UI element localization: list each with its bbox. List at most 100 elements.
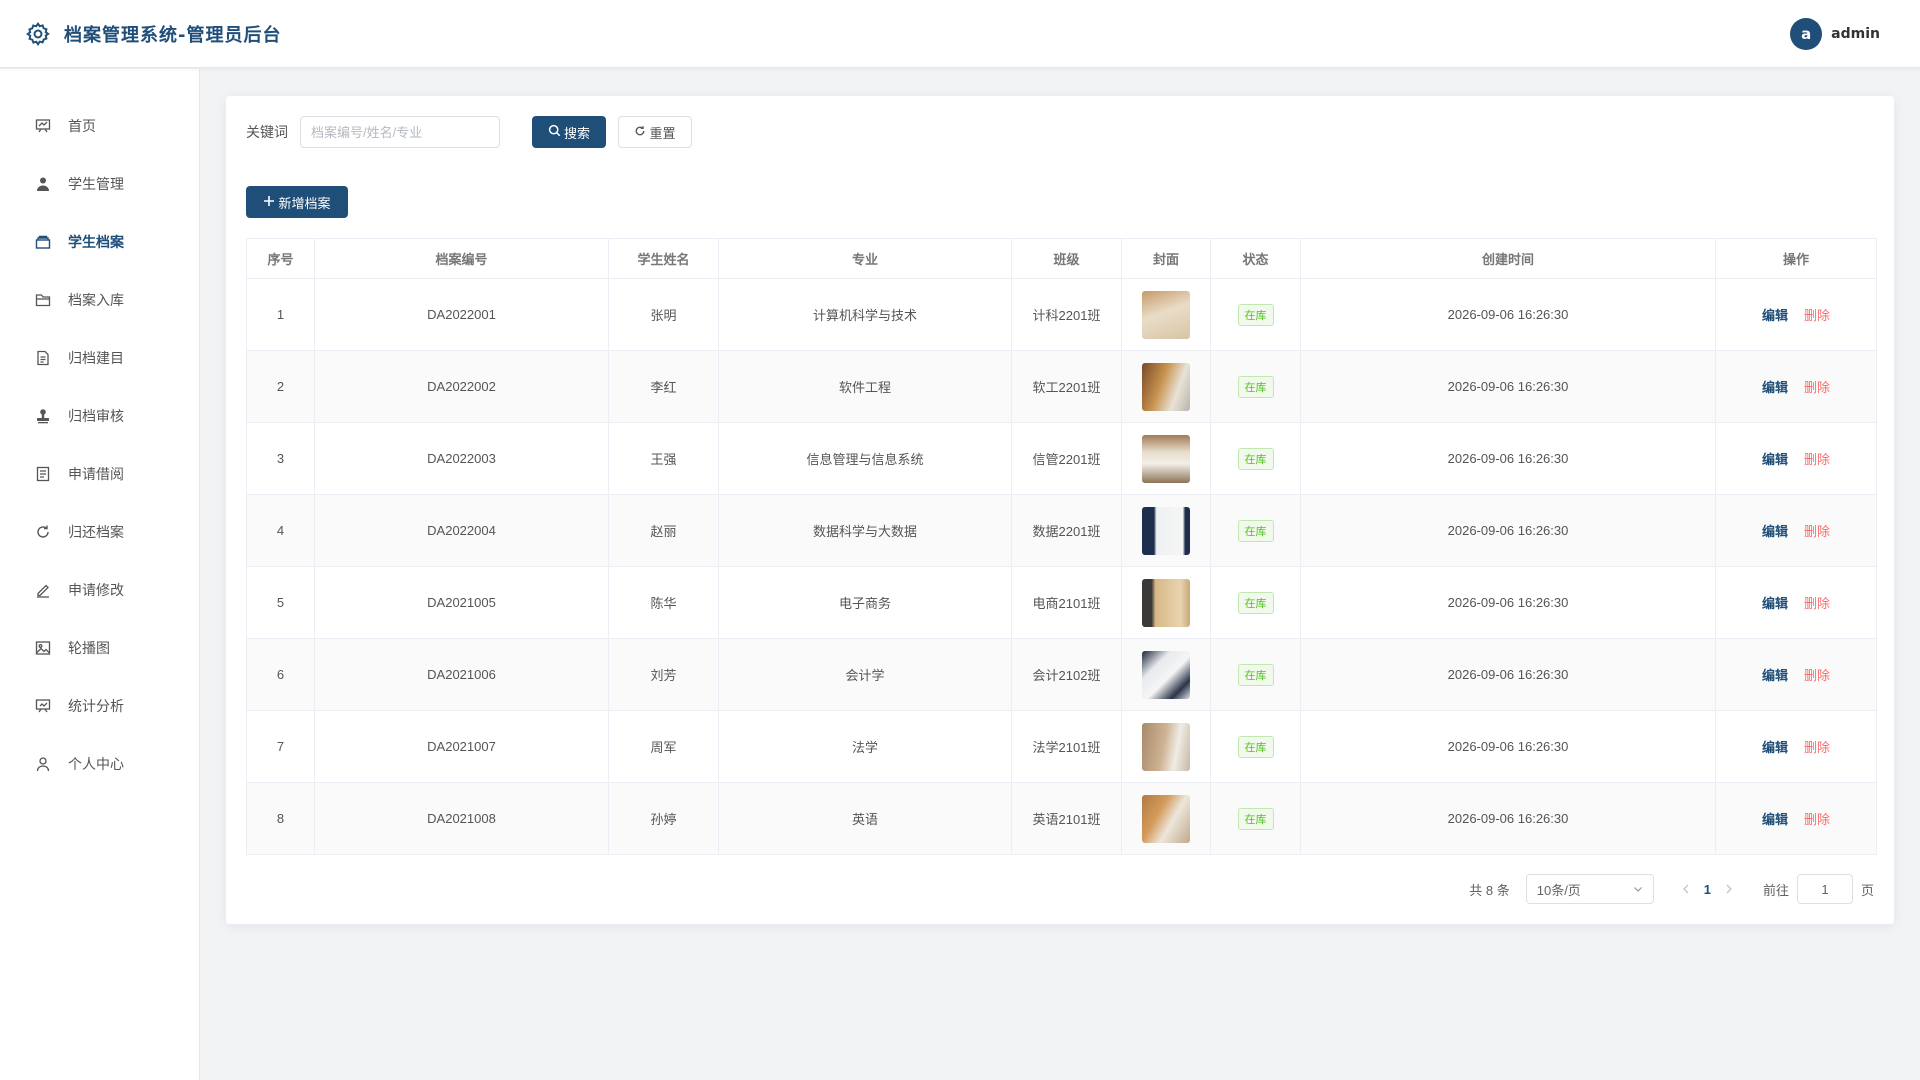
reset-button[interactable]: 重置: [618, 116, 692, 148]
delete-button[interactable]: 删除: [1804, 380, 1830, 395]
edit-button[interactable]: 编辑: [1762, 452, 1788, 467]
document-icon: [34, 349, 52, 367]
cell-code: DA2021005: [314, 566, 609, 639]
delete-button[interactable]: 删除: [1804, 740, 1830, 755]
column-header: 状态: [1210, 238, 1301, 279]
search-button[interactable]: 搜索: [532, 116, 606, 148]
status-badge: 在库: [1237, 591, 1274, 614]
sidebar-item-label: 学生档案: [68, 235, 124, 251]
table-row: 3 DA2022003 王强 信息管理与信息系统 信管2201班 在库 2026…: [246, 422, 1877, 495]
edit-button[interactable]: 编辑: [1762, 524, 1788, 539]
page-size-select[interactable]: 10条/页: [1525, 874, 1654, 904]
cell-name: 赵丽: [608, 494, 719, 567]
status-badge: 在库: [1237, 807, 1274, 830]
avatar[interactable]: a: [1790, 18, 1823, 50]
delete-button[interactable]: 删除: [1804, 812, 1830, 827]
cell-created: 2026-09-06 16:26:30: [1300, 566, 1716, 639]
plus-icon: [263, 195, 275, 210]
add-archive-label: 新增档案: [278, 195, 331, 211]
total-count: 共 8 条: [1469, 882, 1510, 898]
cell-major: 计算机科学与技术: [718, 278, 1012, 351]
add-archive-button[interactable]: 新增档案: [246, 186, 348, 218]
prev-page-button[interactable]: [1682, 881, 1690, 897]
folder-icon: [34, 291, 52, 309]
cell-code: DA2022004: [314, 494, 609, 567]
sidebar-item-label: 归档建目: [68, 351, 124, 367]
sidebar-item-return[interactable]: 归还档案: [0, 503, 199, 561]
cover-thumbnail[interactable]: [1142, 290, 1190, 339]
sidebar-item-label: 申请借阅: [68, 467, 124, 483]
edit-pen-icon: [34, 581, 52, 599]
cell-created: 2026-09-06 16:26:30: [1300, 422, 1716, 495]
sidebar-item-cataloging[interactable]: 归档建目: [0, 329, 199, 387]
sidebar-item-carousel[interactable]: 轮播图: [0, 619, 199, 677]
username-label[interactable]: admin: [1831, 26, 1880, 42]
main-card: 关键词 搜索 重置 新增档案 序号 档案编号: [225, 95, 1895, 925]
cell-class: 英语2101班: [1011, 782, 1122, 855]
archive-box-icon: [34, 233, 52, 251]
cell-code: DA2022003: [314, 422, 609, 495]
column-header: 专业: [718, 238, 1012, 279]
cover-thumbnail[interactable]: [1142, 650, 1190, 699]
page-suffix-label: 页: [1860, 882, 1874, 898]
user-menu[interactable]: a admin: [1790, 18, 1880, 50]
edit-button[interactable]: 编辑: [1762, 668, 1788, 683]
sidebar-item-students[interactable]: 学生管理: [0, 155, 199, 213]
cell-major: 会计学: [718, 638, 1012, 711]
sidebar-item-archive-storage[interactable]: 档案入库: [0, 271, 199, 329]
next-page-button[interactable]: [1725, 881, 1733, 897]
cover-thumbnail[interactable]: [1142, 506, 1190, 555]
table-row: 5 DA2021005 陈华 电子商务 电商2101班 在库 2026-09-0…: [246, 566, 1877, 639]
cover-thumbnail[interactable]: [1142, 362, 1190, 411]
sidebar-item-borrow[interactable]: 申请借阅: [0, 445, 199, 503]
column-header: 操作: [1715, 238, 1877, 279]
page-number-current[interactable]: 1: [1704, 882, 1711, 897]
cell-class: 软工2201班: [1011, 350, 1122, 423]
cell-class: 法学2101班: [1011, 710, 1122, 783]
goto-page-input[interactable]: [1796, 874, 1853, 904]
edit-button[interactable]: 编辑: [1762, 308, 1788, 323]
cell-class: 数据2201班: [1011, 494, 1122, 567]
chevron-down-icon: [1633, 882, 1643, 897]
column-header: 班级: [1011, 238, 1122, 279]
cell-major: 英语: [718, 782, 1012, 855]
delete-button[interactable]: 删除: [1804, 524, 1830, 539]
delete-button[interactable]: 删除: [1804, 596, 1830, 611]
sidebar-item-statistics[interactable]: 统计分析: [0, 677, 199, 735]
sidebar-item-label: 轮播图: [68, 641, 110, 657]
table-header-row: 序号 档案编号 学生姓名 专业 班级 封面 状态 创建时间 操作: [246, 238, 1877, 279]
sidebar-item-student-archives[interactable]: 学生档案: [0, 213, 199, 271]
sidebar-item-label: 归还档案: [68, 525, 124, 541]
cover-thumbnail[interactable]: [1142, 578, 1190, 627]
gear-icon: [24, 20, 52, 48]
cover-thumbnail[interactable]: [1142, 794, 1190, 843]
search-bar: 关键词 搜索 重置: [246, 116, 692, 148]
sidebar-item-review[interactable]: 归档审核: [0, 387, 199, 445]
sidebar-item-modify[interactable]: 申请修改: [0, 561, 199, 619]
sidebar-item-home[interactable]: 首页: [0, 97, 199, 155]
edit-button[interactable]: 编辑: [1762, 380, 1788, 395]
goto-label: 前往: [1762, 882, 1789, 898]
cell-index: 3: [246, 422, 315, 495]
column-header: 学生姓名: [608, 238, 719, 279]
delete-button[interactable]: 删除: [1804, 668, 1830, 683]
picture-icon: [34, 639, 52, 657]
sidebar-item-label: 个人中心: [68, 757, 124, 773]
edit-button[interactable]: 编辑: [1762, 596, 1788, 611]
cover-thumbnail[interactable]: [1142, 722, 1190, 771]
search-input[interactable]: [300, 116, 500, 148]
search-icon: [548, 124, 561, 140]
sidebar-item-label: 统计分析: [68, 699, 124, 715]
edit-button[interactable]: 编辑: [1762, 812, 1788, 827]
cell-major: 数据科学与大数据: [718, 494, 1012, 567]
stamp-icon: [34, 407, 52, 425]
delete-button[interactable]: 删除: [1804, 452, 1830, 467]
refresh-icon: [634, 125, 646, 140]
column-header: 序号: [246, 238, 315, 279]
edit-button[interactable]: 编辑: [1762, 740, 1788, 755]
app-title: 档案管理系统-管理员后台: [64, 24, 282, 46]
delete-button[interactable]: 删除: [1804, 308, 1830, 323]
cover-thumbnail[interactable]: [1142, 434, 1190, 483]
sidebar-item-profile[interactable]: 个人中心: [0, 735, 199, 793]
cell-index: 1: [246, 278, 315, 351]
